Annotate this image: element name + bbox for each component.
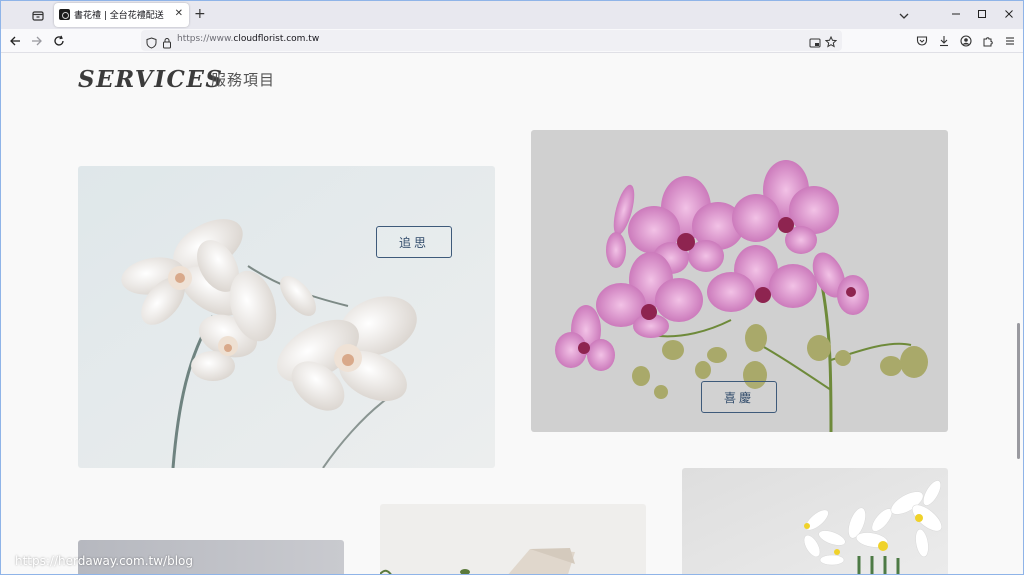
reload-icon[interactable]	[50, 32, 68, 50]
cream-wrapped-bouquet-photo	[380, 504, 646, 574]
close-window-icon[interactable]	[998, 5, 1020, 23]
active-tab[interactable]: 書花禮 | 全台花禮配送 ✕	[54, 3, 189, 27]
navigation-bar: https://www.cloudflorist.com.tw	[1, 29, 1023, 53]
account-icon[interactable]	[957, 32, 975, 50]
forward-arrow-icon[interactable]	[28, 32, 46, 50]
browser-window: 書花禮 | 全台花禮配送 ✕ + https://www.cloudfloris…	[0, 0, 1024, 575]
tab-list-icon[interactable]	[27, 5, 49, 25]
picture-in-picture-icon[interactable]	[809, 34, 821, 53]
new-tab-icon[interactable]: +	[194, 6, 206, 22]
section-subtitle: 服務項目	[211, 71, 276, 89]
link-status-url: https://herdaway.com.tw/blog	[15, 554, 193, 568]
chevron-down-icon[interactable]	[898, 7, 910, 26]
minimize-icon[interactable]	[945, 5, 967, 23]
bookmark-star-icon[interactable]	[824, 33, 838, 52]
service-card-4[interactable]	[380, 504, 646, 574]
back-arrow-icon[interactable]	[6, 32, 24, 50]
lock-icon[interactable]	[162, 34, 172, 53]
tab-title: 書花禮 | 全台花禮配送	[74, 11, 164, 21]
service-card-5[interactable]	[682, 468, 948, 574]
page-content: SERVICES 服務項目 追思 喜慶	[1, 53, 1023, 574]
maximize-icon[interactable]	[971, 5, 993, 23]
celebration-label-button[interactable]: 喜慶	[701, 381, 777, 413]
memorial-label-button[interactable]: 追思	[376, 226, 452, 258]
url-text[interactable]: https://www.cloudflorist.com.tw	[177, 34, 319, 44]
extensions-icon[interactable]	[979, 32, 997, 50]
white-orchid-photo	[78, 166, 495, 468]
download-icon[interactable]	[935, 32, 953, 50]
site-favicon-icon	[59, 9, 70, 20]
page-scrollbar[interactable]	[1017, 323, 1020, 459]
section-title: SERVICES	[78, 66, 224, 93]
service-card-memorial[interactable]: 追思	[78, 166, 495, 468]
address-bar[interactable]: https://www.cloudflorist.com.tw	[141, 30, 842, 51]
close-tab-icon[interactable]: ✕	[175, 8, 183, 19]
white-daffodil-photo	[682, 468, 948, 574]
tab-strip: 書花禮 | 全台花禮配送 ✕ +	[1, 1, 1023, 29]
service-card-celebration[interactable]: 喜慶	[531, 130, 948, 432]
shield-icon[interactable]	[146, 34, 157, 53]
menu-icon[interactable]	[1001, 32, 1019, 50]
pocket-icon[interactable]	[913, 32, 931, 50]
url-domain: cloudflorist.com.tw	[233, 34, 320, 44]
url-prefix: https://www.	[177, 34, 234, 44]
